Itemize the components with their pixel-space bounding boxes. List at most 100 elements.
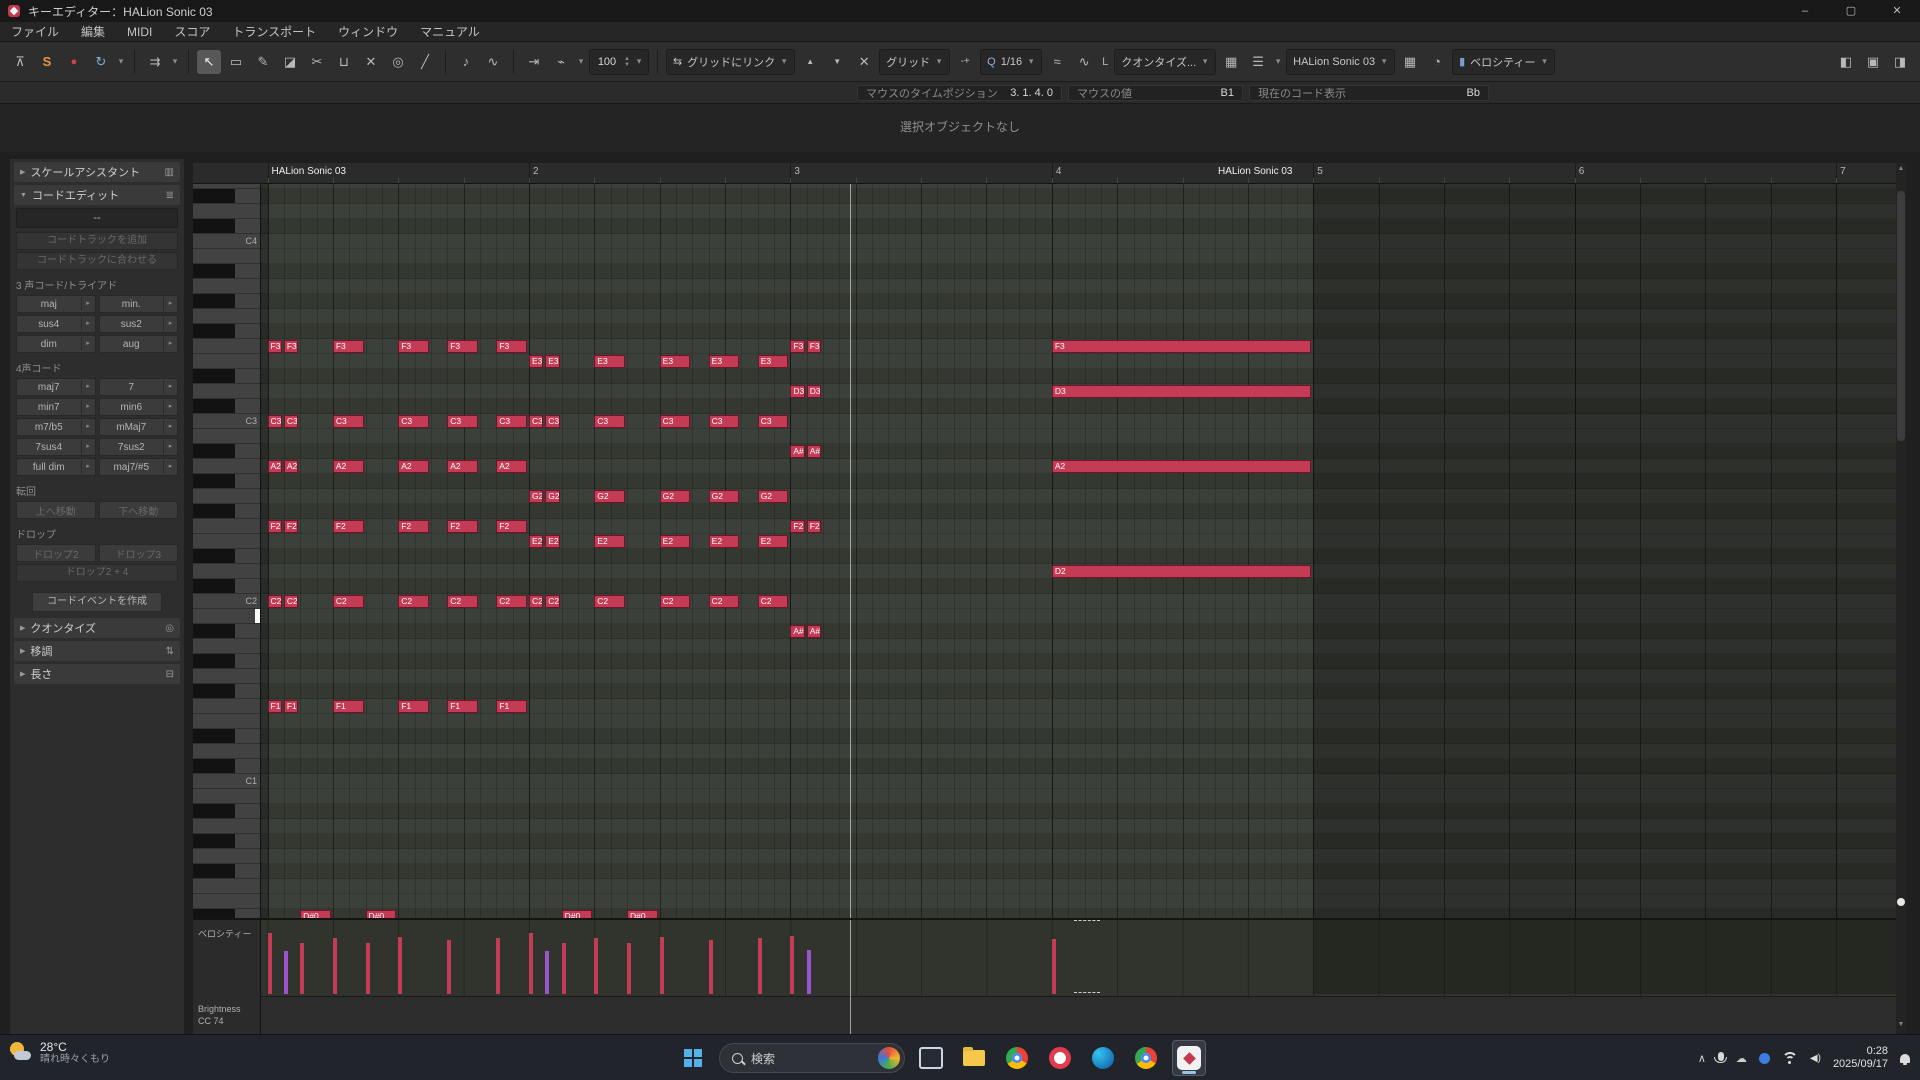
- chevron-down-icon[interactable]: ▾: [634, 56, 644, 67]
- mute-tool[interactable]: ✕: [359, 50, 383, 74]
- velocity-lane[interactable]: [261, 918, 1896, 1034]
- midi-note[interactable]: F3: [398, 340, 429, 353]
- inspector-section-scale-assistant[interactable]: ▶スケールアシスタント▥: [14, 162, 180, 182]
- part-select-dropdown[interactable]: HALion Sonic 03 ▾: [1286, 49, 1395, 75]
- midi-note[interactable]: G2: [758, 490, 789, 503]
- midi-note[interactable]: C2: [660, 595, 691, 608]
- inspector-section-transpose[interactable]: ▶移調⇅: [14, 641, 180, 661]
- piano-key-white[interactable]: [193, 639, 261, 654]
- velocity-bar[interactable]: [529, 934, 533, 994]
- midi-note[interactable]: C3: [758, 415, 789, 428]
- midi-note[interactable]: F1: [284, 700, 298, 713]
- midi-note[interactable]: F3: [268, 340, 282, 353]
- midi-note[interactable]: F3: [284, 340, 298, 353]
- midi-note[interactable]: D#0: [627, 910, 658, 918]
- start-button[interactable]: [676, 1040, 710, 1076]
- piano-keyboard[interactable]: C4C3C2C1: [193, 184, 261, 918]
- midi-note[interactable]: E2: [758, 535, 789, 548]
- midi-note[interactable]: F3: [807, 340, 821, 353]
- midi-note[interactable]: C2: [709, 595, 740, 608]
- piano-key-white[interactable]: [193, 819, 261, 834]
- inspector-button[interactable]: 上へ移動: [16, 501, 96, 519]
- midi-note[interactable]: G2: [660, 490, 691, 503]
- midi-note[interactable]: F2: [790, 520, 804, 533]
- midi-note[interactable]: F3: [1052, 340, 1311, 353]
- glue-tool[interactable]: ⊔: [332, 50, 356, 74]
- midi-note[interactable]: F2: [268, 520, 282, 533]
- velocity-bar[interactable]: [562, 943, 566, 994]
- zoom-tool[interactable]: ◎: [386, 50, 410, 74]
- inspector-section-length[interactable]: ▶長さ⊟: [14, 664, 180, 684]
- velocity-bar[interactable]: [790, 936, 794, 994]
- velocity-bar[interactable]: [447, 940, 451, 994]
- midi-note[interactable]: D3: [807, 385, 821, 398]
- part-borders-icon[interactable]: ▦: [1398, 50, 1422, 74]
- chord-type-button[interactable]: aug▸: [99, 335, 179, 353]
- taskbar-opera[interactable]: [1043, 1040, 1077, 1076]
- midi-note[interactable]: F2: [333, 520, 364, 533]
- piano-key-black[interactable]: [193, 369, 261, 384]
- piano-key-white[interactable]: [193, 789, 261, 804]
- line-tool[interactable]: ╱: [413, 50, 437, 74]
- velocity-bar[interactable]: [807, 950, 811, 994]
- clock-widget[interactable]: 0:28 2025/09/17: [1833, 1045, 1888, 1071]
- midi-note[interactable]: A#1: [807, 625, 821, 638]
- piano-key-white[interactable]: [193, 609, 261, 624]
- taskbar-browser-2[interactable]: [1129, 1040, 1163, 1076]
- piano-key-white[interactable]: [193, 489, 261, 504]
- taskbar-folder[interactable]: [957, 1040, 991, 1076]
- midi-note[interactable]: A2: [268, 460, 282, 473]
- midi-note[interactable]: E2: [529, 535, 543, 548]
- midi-note[interactable]: F3: [333, 340, 364, 353]
- iterative-quantize-icon[interactable]: ≈: [1045, 50, 1069, 74]
- inspector-button[interactable]: 下へ移動: [99, 501, 179, 519]
- solo-button[interactable]: S: [35, 50, 59, 74]
- transpose-down-icon[interactable]: ▼: [825, 50, 849, 74]
- piano-key-white[interactable]: [193, 744, 261, 759]
- cc74-lane[interactable]: [261, 996, 1896, 1034]
- chord-type-button[interactable]: maj▸: [16, 295, 96, 313]
- add-chord-track-button[interactable]: コードトラックを追加: [16, 232, 178, 250]
- midi-note[interactable]: F2: [447, 520, 478, 533]
- velocity-bar[interactable]: [268, 934, 272, 994]
- velocity-bar[interactable]: [366, 943, 370, 994]
- chord-type-button[interactable]: m7/b5▸: [16, 418, 96, 436]
- chord-type-button[interactable]: dim▸: [16, 335, 96, 353]
- piano-key-white[interactable]: [193, 699, 261, 714]
- piano-key-black[interactable]: [193, 504, 261, 519]
- midi-note[interactable]: D#0: [300, 910, 331, 918]
- midi-note[interactable]: E3: [594, 355, 625, 368]
- piano-key-black[interactable]: [193, 294, 261, 309]
- menu-item-0[interactable]: ファイル: [0, 22, 70, 42]
- scroll-handle-dot[interactable]: [1897, 898, 1905, 906]
- midi-note[interactable]: F1: [398, 700, 429, 713]
- midi-note[interactable]: C3: [545, 415, 559, 428]
- midi-note[interactable]: C2: [333, 595, 364, 608]
- midi-note[interactable]: G2: [529, 490, 543, 503]
- midi-note[interactable]: E3: [545, 355, 559, 368]
- piano-key-white[interactable]: [193, 894, 261, 909]
- midi-note[interactable]: F1: [268, 700, 282, 713]
- midi-note[interactable]: C3: [660, 415, 691, 428]
- midi-note[interactable]: F1: [496, 700, 527, 713]
- event-colors-dropdown[interactable]: ▮ ベロシティー ▾: [1452, 49, 1555, 75]
- midi-note[interactable]: E3: [660, 355, 691, 368]
- chord-type-button[interactable]: maj7/#5▸: [99, 458, 179, 476]
- midi-note[interactable]: A#1: [790, 625, 804, 638]
- midi-note[interactable]: D2: [1052, 565, 1311, 578]
- chevron-down-icon[interactable]: ▾: [1273, 56, 1283, 67]
- chord-type-button[interactable]: sus4▸: [16, 315, 96, 333]
- notification-bell-icon[interactable]: [1900, 1054, 1910, 1063]
- chevron-down-icon[interactable]: ▾: [576, 56, 586, 67]
- velocity-bar[interactable]: [333, 938, 337, 994]
- midi-note[interactable]: A2: [447, 460, 478, 473]
- timeline-ruler[interactable]: 234567HALion Sonic 03HALion Sonic 03: [193, 163, 1896, 184]
- time-format-icon[interactable]: ◔: [1425, 50, 1449, 74]
- piano-key-white[interactable]: [193, 459, 261, 474]
- left-zone-icon[interactable]: ◧: [1834, 50, 1858, 74]
- midi-note[interactable]: D#0: [366, 910, 397, 918]
- drop-2-4-button[interactable]: ドロップ2 + 4: [16, 564, 178, 582]
- velocity-bar[interactable]: [496, 938, 500, 994]
- midi-note[interactable]: F2: [284, 520, 298, 533]
- velocity-bar[interactable]: [284, 952, 288, 994]
